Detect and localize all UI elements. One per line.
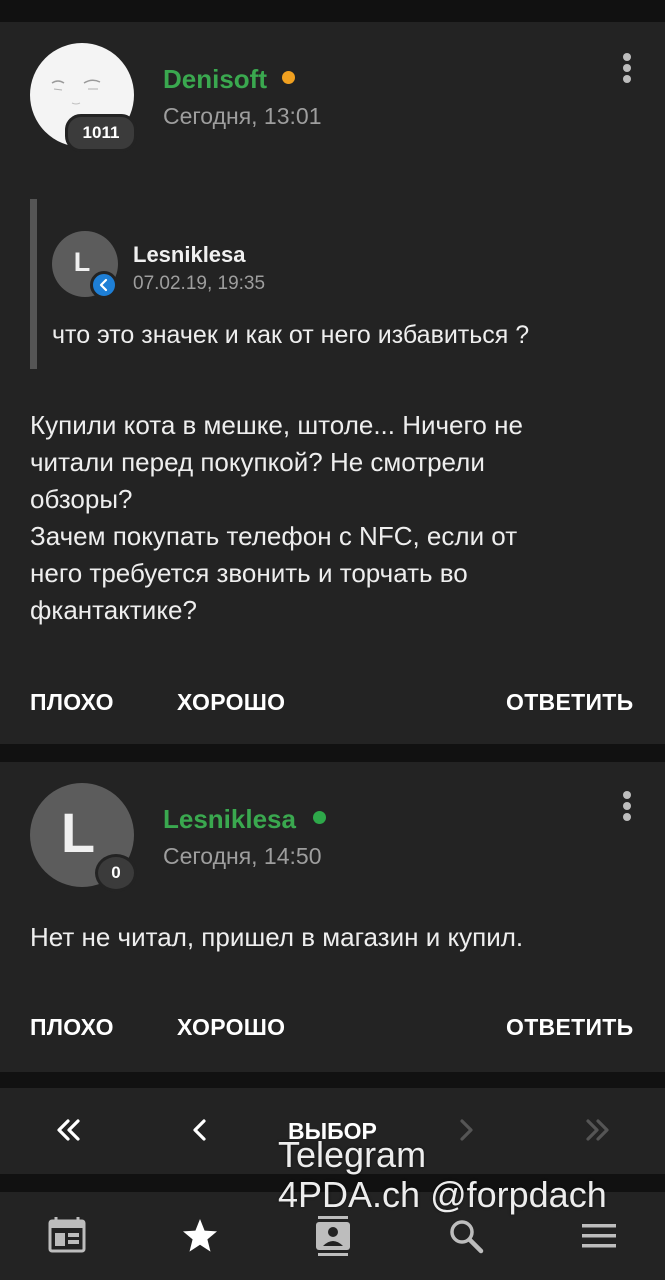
author-name[interactable]: Lesniklesa [163,804,296,835]
quote-avatar-letter: L [73,246,91,277]
post-date: Сегодня, 13:01 [163,103,322,129]
bad-button[interactable]: ПЛОХО [30,1014,114,1041]
post-body-line: него требуется звонить и торчать во [30,558,468,588]
post-date: Сегодня, 14:50 [163,843,322,869]
author-name[interactable]: Denisoft [163,64,267,95]
quote-author[interactable]: Lesniklesa [133,242,246,268]
more-options-icon[interactable] [622,53,632,83]
more-options-icon[interactable] [622,791,632,821]
post-card: L 0 Lesniklesa Сегодня, 14:50 Нет не чит… [0,762,665,1072]
quote-bar [30,199,37,369]
post-body-line: Зачем покупать телефон с NFC, если от [30,521,518,551]
prev-page-icon[interactable] [180,1110,220,1150]
contacts-icon[interactable] [313,1216,353,1256]
quote-date: 07.02.19, 19:35 [133,273,266,294]
last-page-icon[interactable] [578,1110,618,1150]
reply-button[interactable]: ОТВЕТИТЬ [506,689,633,716]
status-dot-icon [282,71,295,84]
menu-icon[interactable] [579,1216,619,1256]
reputation-badge[interactable]: 1011 [65,114,137,152]
reply-button[interactable]: ОТВЕТИТЬ [506,1014,633,1041]
good-button[interactable]: ХОРОШО [177,689,285,716]
news-icon[interactable] [47,1216,87,1256]
bad-button[interactable]: ПЛОХО [30,689,114,716]
watermark-line: 4PDA.ch @forpdach [278,1174,607,1215]
next-page-icon[interactable] [446,1110,486,1150]
post-body-line: Нет не читал, пришел в магазин и купил. [30,922,524,952]
watermark-line: Telegram [278,1134,427,1175]
post-body-line: обзоры? [30,484,133,514]
jump-to-quote-icon[interactable] [90,271,118,299]
search-icon[interactable] [446,1216,486,1256]
status-dot-icon [313,811,326,824]
post-body-line: Купили кота в мешке, штоле... Ничего не [30,410,523,440]
quote-text: что это значек и как от него избавиться … [52,321,530,349]
post-body: Нет не читал, пришел в магазин и купил. [30,919,640,956]
post-body-line: фкантактике? [30,595,197,625]
avatar-letter: L [60,800,96,864]
good-button[interactable]: ХОРОШО [177,1014,285,1041]
favorites-star-icon[interactable] [180,1216,220,1256]
reputation-badge[interactable]: 0 [95,854,137,892]
post-body: Купили кота в мешке, штоле... Ничего не … [30,407,640,629]
post-body-line: читали перед покупкой? Не смотрели [30,447,485,477]
post-card: 1011 Denisoft Сегодня, 13:01 L Lesnikles… [0,22,665,744]
first-page-icon[interactable] [48,1110,88,1150]
